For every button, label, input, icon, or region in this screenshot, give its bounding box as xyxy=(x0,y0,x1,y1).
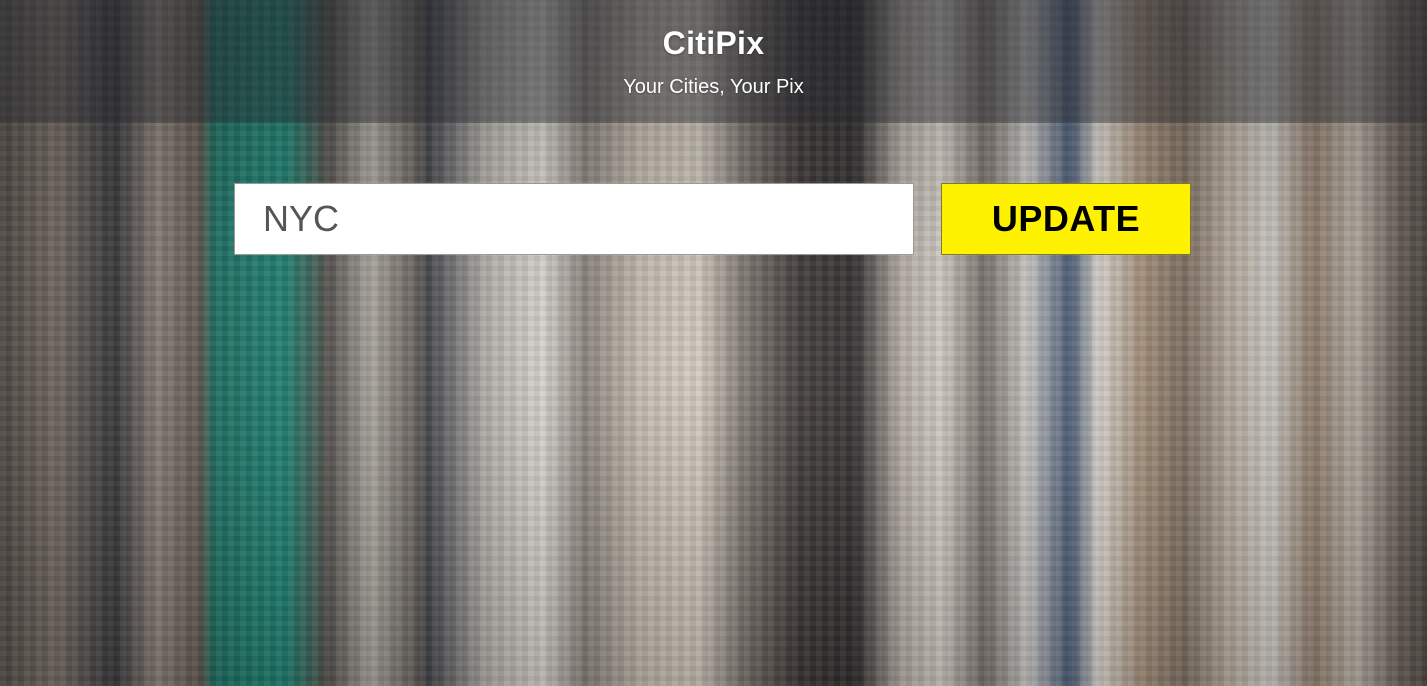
site-title: CitiPix xyxy=(662,25,765,61)
site-header: CitiPix Your Cities, Your Pix xyxy=(0,0,1427,123)
update-button[interactable]: UPDATE xyxy=(941,183,1191,255)
site-tagline: Your Cities, Your Pix xyxy=(623,76,804,98)
city-input[interactable] xyxy=(234,183,914,255)
